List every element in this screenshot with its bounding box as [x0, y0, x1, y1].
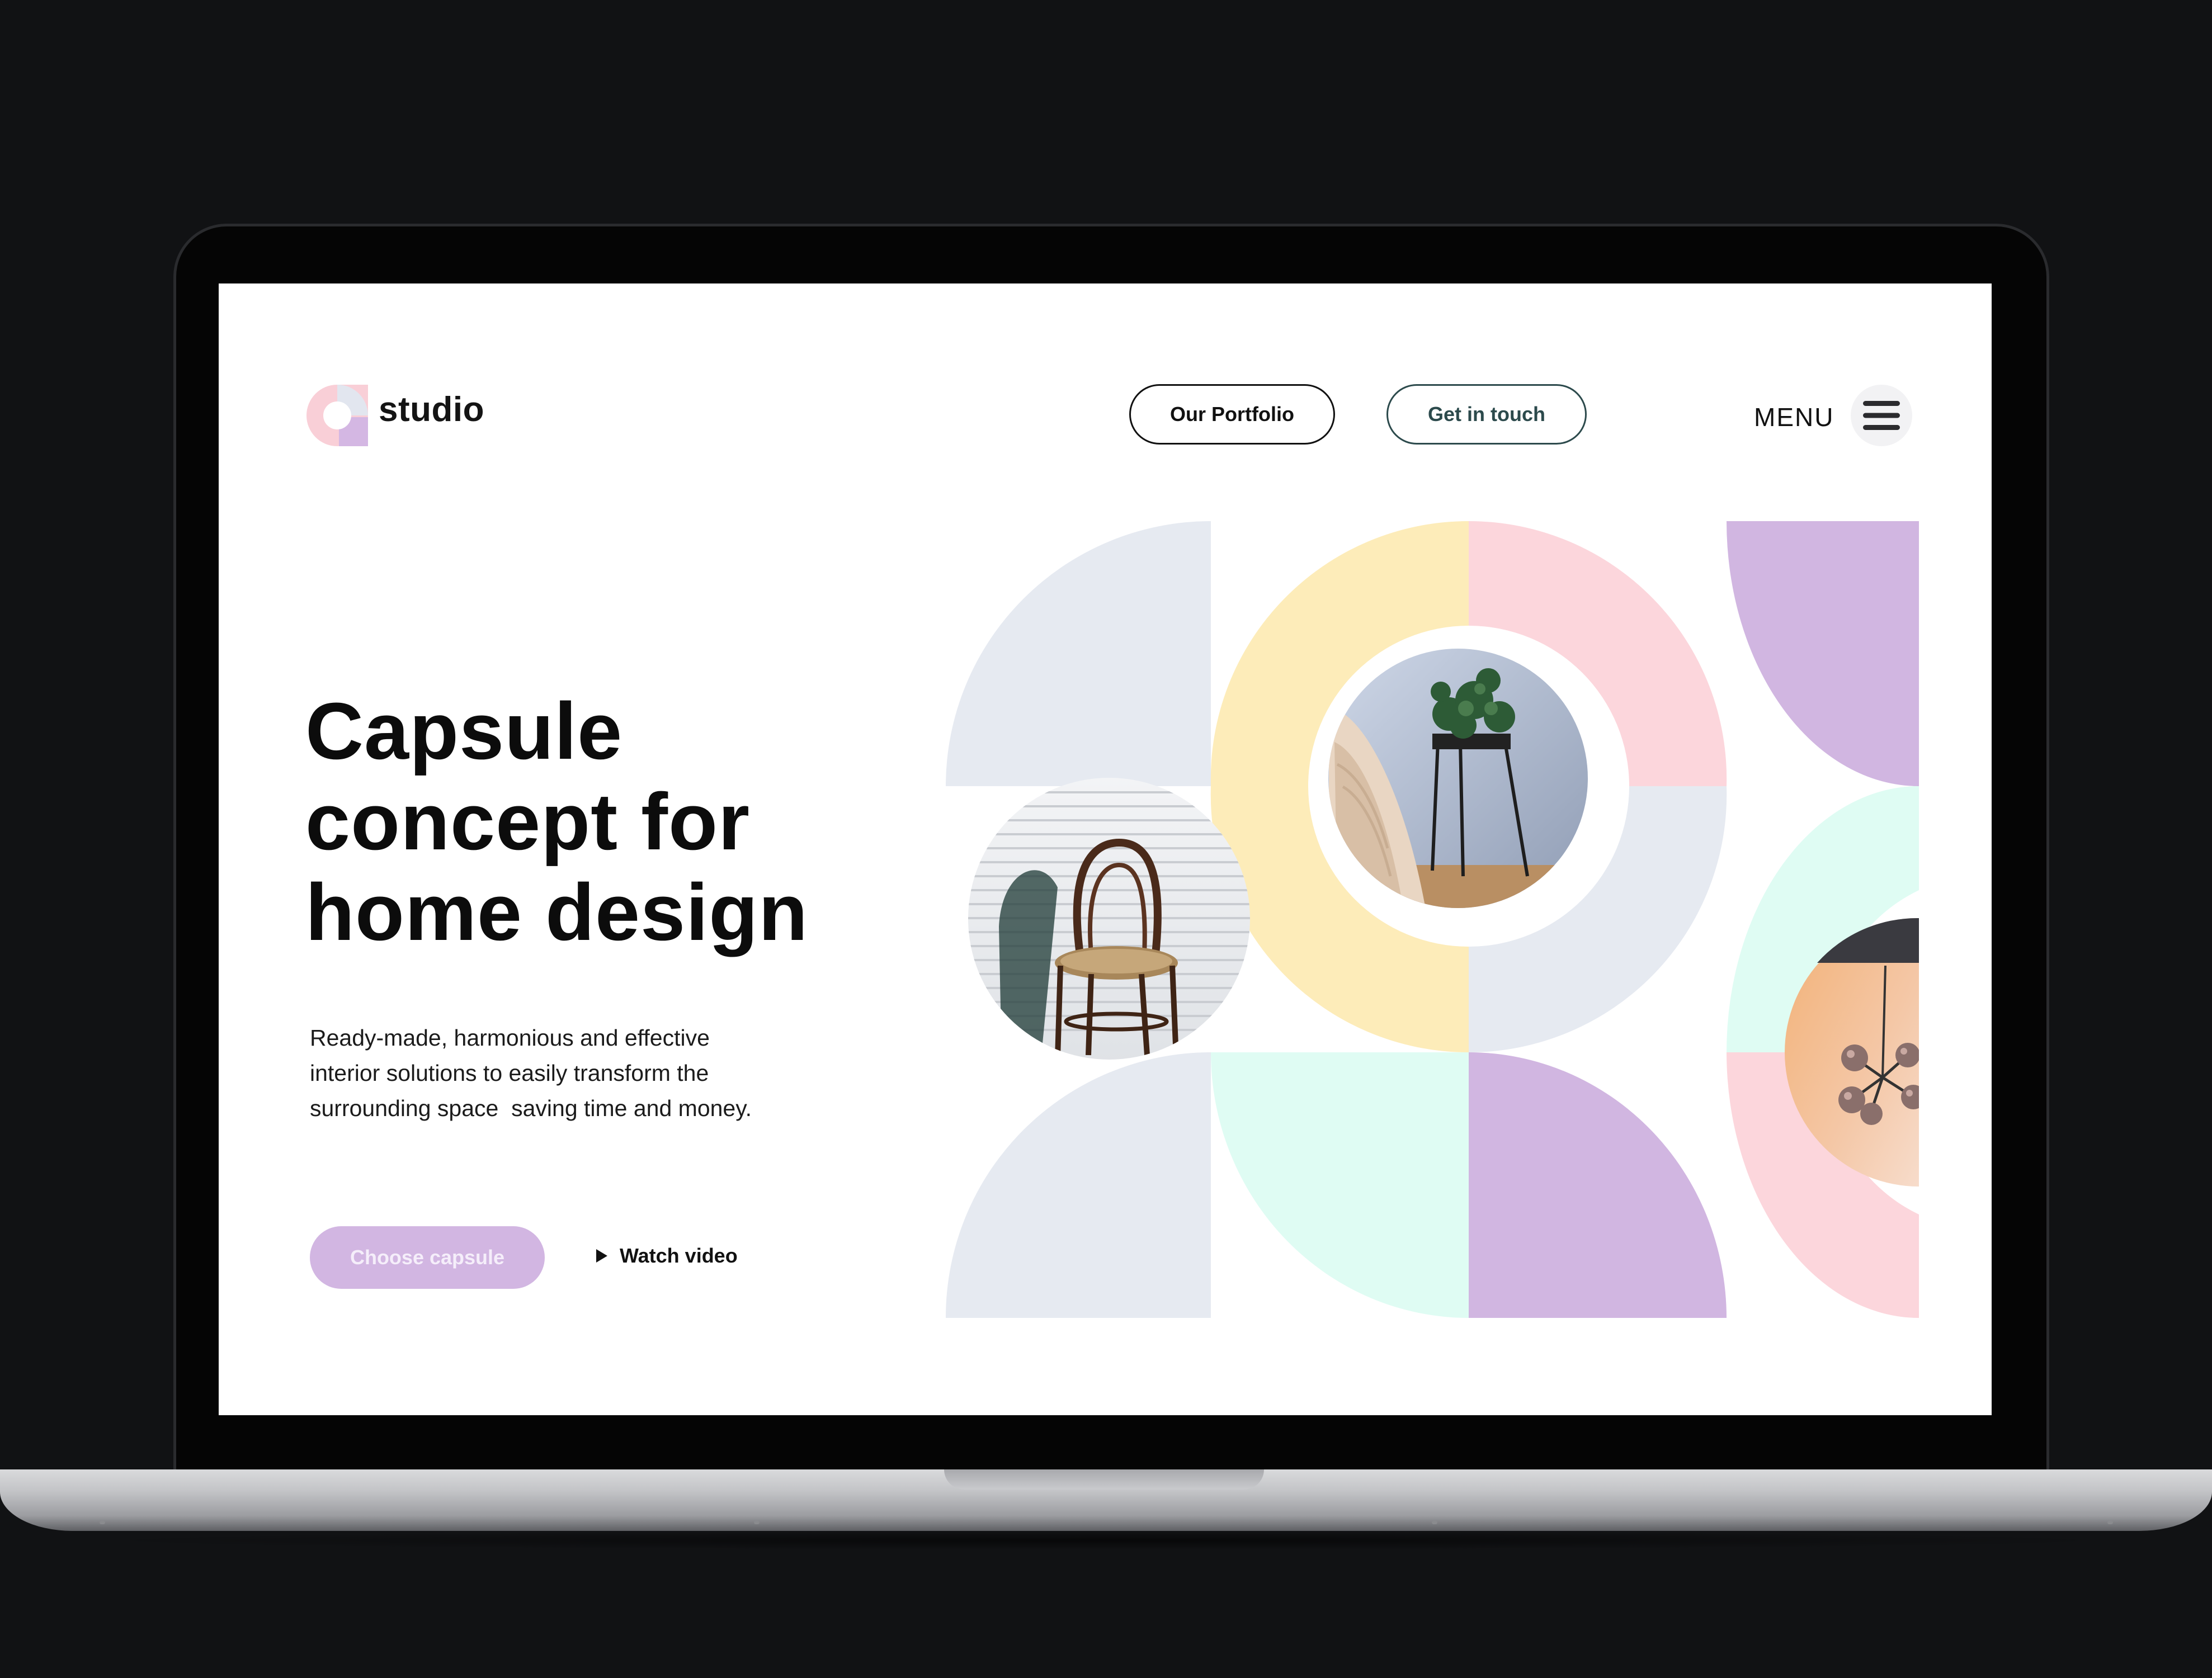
- geometric-hero-art: [945, 521, 1919, 1318]
- watch-video-label: Watch video: [620, 1244, 738, 1267]
- mint-quarter-shape: [1211, 1052, 1469, 1318]
- laptop-foot: [2107, 1521, 2113, 1524]
- website-screen: studio Our Portfolio Get in touch MENU C…: [219, 283, 1992, 1415]
- plant-stand-and-knit-blanket-photo: [1328, 649, 1588, 908]
- choose-capsule-button[interactable]: Choose capsule: [310, 1226, 545, 1289]
- hero-description-line: interior solutions to easily transform t…: [310, 1060, 709, 1086]
- hamburger-icon: [1863, 401, 1900, 430]
- laptop-foot: [1432, 1521, 1437, 1524]
- menu-button[interactable]: [1851, 385, 1912, 446]
- our-portfolio-button[interactable]: Our Portfolio: [1129, 384, 1335, 445]
- lavender-quarter-shape: [1727, 521, 1919, 786]
- laptop-hinge-notch: [944, 1469, 1264, 1490]
- laptop-shadow: [67, 1531, 2145, 1550]
- menu-label[interactable]: MENU: [1754, 402, 1834, 432]
- hero-title-line: concept for: [305, 777, 751, 867]
- studio-logo-icon[interactable]: [305, 384, 370, 448]
- hero-title: Capsule concept for home design: [305, 686, 893, 958]
- blue-quarter-shape: [945, 1052, 1211, 1318]
- laptop-foot: [100, 1521, 105, 1524]
- watch-video-link[interactable]: Watch video: [596, 1244, 738, 1268]
- bentwood-chair-photo: [968, 778, 1250, 1060]
- play-icon: [596, 1249, 607, 1263]
- lavender-quarter-shape: [1469, 1052, 1727, 1318]
- hero-description: Ready-made, harmonious and effective int…: [310, 1020, 847, 1126]
- brand-name[interactable]: studio: [379, 390, 484, 429]
- blue-quarter-shape: [946, 521, 1211, 786]
- hero-description-line: surrounding space saving time and money.: [310, 1095, 752, 1121]
- hero-title-line: home design: [305, 867, 809, 957]
- hero-title-line: Capsule: [305, 686, 623, 776]
- get-in-touch-button[interactable]: Get in touch: [1386, 384, 1587, 445]
- hero-description-line: Ready-made, harmonious and effective: [310, 1025, 710, 1051]
- laptop-foot: [754, 1521, 760, 1524]
